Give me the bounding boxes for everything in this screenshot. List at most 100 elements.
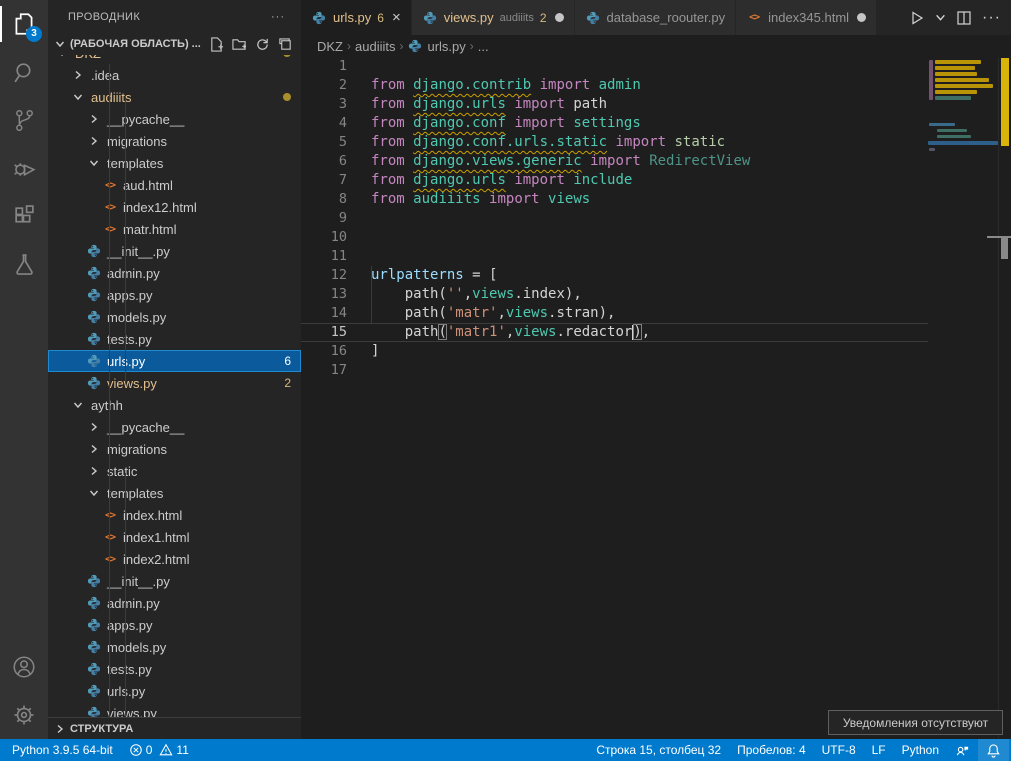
code-line-7[interactable]: 7from django.urls import include [301,171,928,190]
tree-item-migrations[interactable]: migrations [48,130,301,152]
tree-item-models-py[interactable]: models.py [48,306,301,328]
tree-item-apps-py[interactable]: apps.py [48,284,301,306]
more-actions-icon[interactable]: ··· [982,9,1001,27]
tree-item-matr-html[interactable]: <>matr.html [48,218,301,240]
code-line-14[interactable]: 14 path('matr',views.stran), [301,304,928,323]
run-and-debug-icon[interactable] [0,144,48,192]
tree-item-aud-html[interactable]: <>aud.html [48,174,301,196]
collapse-all-icon[interactable] [278,37,293,52]
tree-item-templates[interactable]: templates [48,482,301,504]
notifications-bell-icon[interactable] [978,739,1009,761]
tree-item-index1-html[interactable]: <>index1.html [48,526,301,548]
new-folder-icon[interactable] [232,37,247,52]
code-editor[interactable]: 12from django.contrib import admin3from … [301,57,1011,739]
code-line-11[interactable]: 11 [301,247,928,266]
settings-gear-icon[interactable] [0,691,48,739]
python-interpreter[interactable]: Python 3.9.5 64-bit [4,739,121,761]
tree-item-label: models.py [107,310,166,325]
python-file-icon [86,265,102,281]
close-icon[interactable]: × [392,9,401,26]
explorer-icon[interactable]: 3 [0,0,48,48]
tree-item-urls-py[interactable]: urls.py6 [48,350,301,372]
tree-item-tests-py[interactable]: tests.py [48,658,301,680]
outline-section-header[interactable]: СТРУКТУРА [48,717,301,739]
code-line-9[interactable]: 9 [301,209,928,228]
run-dropdown-icon[interactable] [935,12,946,23]
tab-urls-py[interactable]: urls.py6× [301,0,412,35]
tree-item-admin-py[interactable]: admin.py [48,592,301,614]
tree-item-label: tests.py [107,332,152,347]
tree-item-tests-py[interactable]: tests.py [48,328,301,350]
tab-label: database_roouter.py [607,10,726,25]
html-file-icon: <> [102,221,118,237]
code-line-3[interactable]: 3from django.urls import path [301,95,928,114]
problems-indicator[interactable]: 0 11 [121,739,197,761]
minimap[interactable] [928,57,998,739]
code-line-4[interactable]: 4from django.conf import settings [301,114,928,133]
breadcrumb-item-dkz[interactable]: DKZ [317,39,343,54]
tree-item-index12-html[interactable]: <>index12.html [48,196,301,218]
breadcrumb: DKZ›audiiits›urls.py›... [301,35,1011,57]
tree-item-migrations[interactable]: migrations [48,438,301,460]
dirty-dot-icon[interactable] [555,13,564,22]
feedback-icon[interactable] [947,739,978,761]
code-line-2[interactable]: 2from django.contrib import admin [301,76,928,95]
code-line-8[interactable]: 8from audiiits import views [301,190,928,209]
tree-item-index2-html[interactable]: <>index2.html [48,548,301,570]
search-icon[interactable] [0,48,48,96]
code-line-6[interactable]: 6from django.views.generic import Redire… [301,152,928,171]
code-line-5[interactable]: 5from django.conf.urls.static import sta… [301,133,928,152]
split-editor-icon[interactable] [956,10,972,26]
new-file-icon[interactable] [209,37,224,52]
tree-item--idea[interactable]: .idea [48,64,301,86]
run-button[interactable] [909,10,925,26]
cursor-position[interactable]: Строка 15, столбец 32 [588,739,729,761]
encoding[interactable]: UTF-8 [814,739,864,761]
sidebar-more-actions-icon[interactable]: ··· [271,11,285,23]
code-line-17[interactable]: 17 [301,361,928,380]
scrollbar-thumb[interactable] [1001,238,1008,259]
accounts-icon[interactable] [0,643,48,691]
indentation[interactable]: Пробелов: 4 [729,739,814,761]
tab-index345-html[interactable]: <>index345.html [736,0,877,35]
language-mode[interactable]: Python [894,739,947,761]
code-line-12[interactable]: 12urlpatterns = [ [301,266,928,285]
tab-database-roouter-py[interactable]: database_roouter.py [575,0,737,35]
editor-group: urls.py6×views.pyaudiiits2 database_roout… [301,0,1011,739]
code-line-13[interactable]: 13 path('',views.index), [301,285,928,304]
tree-item-views-py[interactable]: views.py [48,702,301,717]
tree-item-templates[interactable]: templates [48,152,301,174]
refresh-icon[interactable] [255,37,270,52]
extensions-icon[interactable] [0,192,48,240]
breadcrumb-item--[interactable]: ... [478,39,489,54]
tree-item-dkz[interactable]: DKZ [48,55,301,64]
source-control-icon[interactable] [0,96,48,144]
tree-item-urls-py[interactable]: urls.py [48,680,301,702]
code-line-10[interactable]: 10 [301,228,928,247]
breadcrumb-item-audiiits[interactable]: audiiits [355,39,395,54]
dirty-dot-icon[interactable] [857,13,866,22]
workspace-section-header[interactable]: (РАБОЧАЯ ОБЛАСТЬ) ... [48,33,301,55]
tab-views-py[interactable]: views.pyaudiiits2 [412,0,575,35]
tree-item-models-py[interactable]: models.py [48,636,301,658]
tree-item-apps-py[interactable]: apps.py [48,614,301,636]
code-line-15[interactable]: 15 path('matr1',views.redactor), [301,323,928,342]
scrollbar[interactable] [998,57,1011,739]
tree-item--pycache-[interactable]: __pycache__ [48,108,301,130]
code-line-1[interactable]: 1 [301,57,928,76]
tree-item--pycache-[interactable]: __pycache__ [48,416,301,438]
tree-item-views-py[interactable]: views.py2 [48,372,301,394]
tree-item-aythh[interactable]: aythh [48,394,301,416]
tree-item--init-py[interactable]: __init__.py [48,570,301,592]
tree-item-admin-py[interactable]: admin.py [48,262,301,284]
warning-overview-marks [1001,58,1009,146]
tree-item-static[interactable]: static [48,460,301,482]
tree-item-index-html[interactable]: <>index.html [48,504,301,526]
code-line-16[interactable]: 16] [301,342,928,361]
testing-icon[interactable] [0,240,48,288]
breadcrumb-item-urls-py[interactable]: urls.py [407,38,465,54]
tab-problems-badge: 2 [540,11,547,25]
eol-sequence[interactable]: LF [864,739,894,761]
tree-item-audiiits[interactable]: audiiits [48,86,301,108]
tree-item--init-py[interactable]: __init__.py [48,240,301,262]
